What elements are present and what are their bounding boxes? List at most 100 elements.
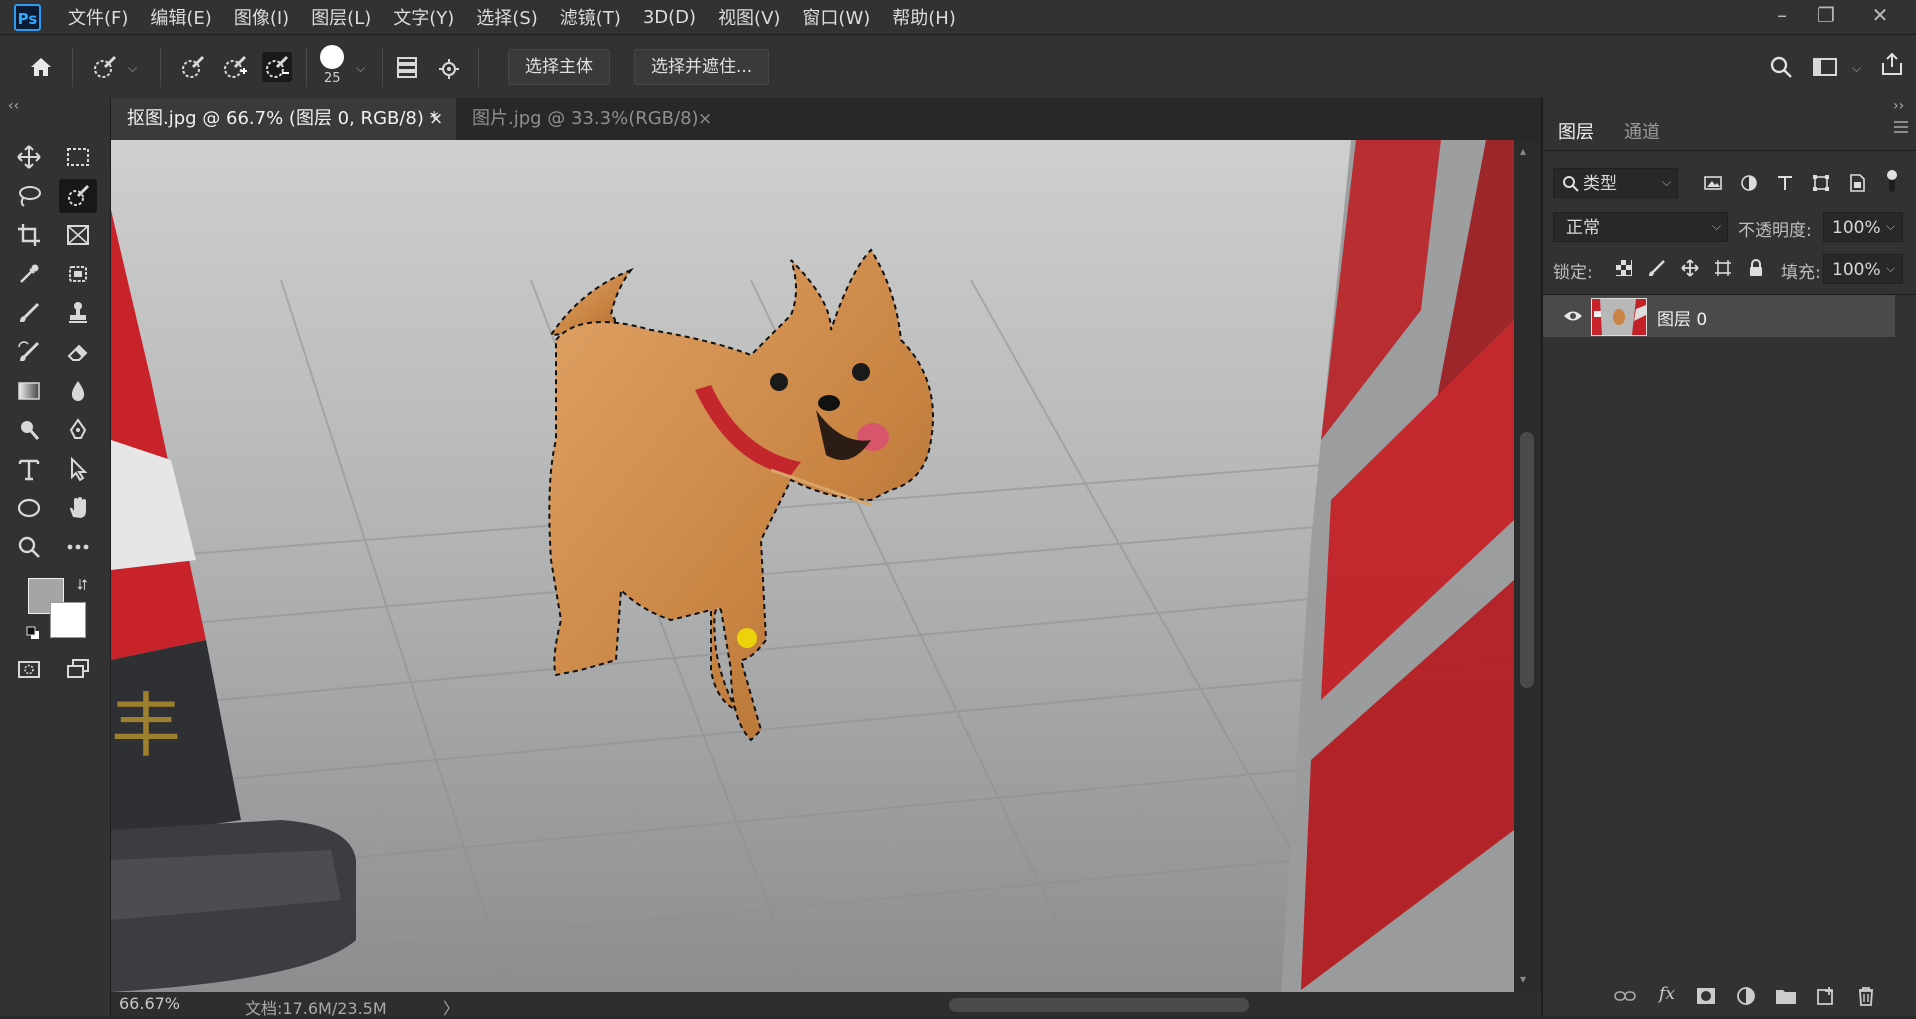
crop-icon[interactable] (10, 218, 48, 252)
background-color-swatch[interactable] (50, 602, 86, 638)
lock-artboard-icon[interactable] (1710, 255, 1736, 281)
workspace-dropdown-icon[interactable]: ⌵ (1852, 61, 1861, 76)
new-selection-icon[interactable] (178, 52, 208, 82)
menu-help[interactable]: 帮助(H) (892, 4, 956, 30)
menu-window[interactable]: 窗口(W) (802, 4, 870, 30)
opacity-input[interactable]: 100% ⌵ (1823, 212, 1903, 242)
dodge-icon[interactable] (10, 413, 48, 447)
layer-name[interactable]: 图层 0 (1657, 305, 1707, 330)
shape-filter-icon[interactable] (1808, 170, 1834, 196)
scroll-down-icon[interactable]: ▾ (1520, 972, 1526, 986)
panel-menu-icon[interactable] (1893, 120, 1909, 134)
screen-mode-icon[interactable] (59, 652, 97, 686)
lasso-icon[interactable] (10, 179, 48, 213)
brush-size-dropdown-icon[interactable]: ⌵ (356, 61, 365, 76)
tool-preset-icon[interactable] (90, 52, 120, 82)
menu-edit[interactable]: 编辑(E) (150, 4, 211, 30)
scroll-up-icon[interactable]: ▴ (1520, 144, 1526, 158)
history-brush-icon[interactable] (10, 335, 48, 369)
restore-button[interactable]: ❐ (1806, 0, 1846, 34)
workspace-icon[interactable] (1810, 52, 1840, 82)
subtract-selection-icon[interactable] (262, 52, 292, 82)
hand-icon[interactable] (59, 491, 97, 525)
share-icon[interactable] (1877, 49, 1907, 79)
fill-input[interactable]: 100% ⌵ (1823, 254, 1903, 284)
menu-select[interactable]: 选择(S) (476, 4, 537, 30)
status-menu-icon[interactable]: 〉 (443, 995, 459, 1019)
path-select-icon[interactable] (59, 452, 97, 486)
ellipse-icon[interactable] (10, 491, 48, 525)
new-group-icon[interactable] (1773, 983, 1799, 1009)
close-window-button[interactable]: ✕ (1860, 0, 1900, 34)
search-icon[interactable] (1766, 52, 1796, 82)
menu-image[interactable]: 图像(I) (234, 4, 289, 30)
tab-koutu[interactable]: 抠图.jpg @ 66.7% (图层 0, RGB/8) * × (111, 98, 456, 140)
stamp-icon[interactable] (59, 296, 97, 330)
brush-icon[interactable] (10, 296, 48, 330)
select-and-mask-button[interactable]: 选择并遮住... (634, 49, 770, 85)
fx-icon[interactable]: fx (1654, 981, 1680, 1007)
link-layers-icon[interactable] (1612, 983, 1638, 1009)
type-icon[interactable] (10, 452, 48, 486)
select-subject-button[interactable]: 选择主体 (508, 49, 610, 85)
collapse-panel-icon[interactable]: ›› (1893, 98, 1904, 114)
menu-type[interactable]: 文字(Y) (393, 4, 454, 30)
blur-icon[interactable] (59, 374, 97, 408)
lock-position-icon[interactable] (1677, 255, 1703, 281)
eraser-icon[interactable] (59, 335, 97, 369)
canvas[interactable]: 丰 (111, 140, 1514, 992)
move-icon[interactable] (10, 140, 48, 174)
vertical-scrollbar[interactable]: ▴ ▾ (1514, 140, 1540, 992)
quick-mask-icon[interactable] (10, 652, 48, 686)
filter-toggle-icon[interactable] (1886, 168, 1898, 194)
type-filter-icon[interactable] (1772, 170, 1798, 196)
gradient-icon[interactable] (10, 374, 48, 408)
horizontal-scroll-thumb[interactable] (949, 998, 1249, 1012)
adjustment-layer-icon[interactable] (1733, 983, 1759, 1009)
delete-layer-icon[interactable] (1853, 983, 1879, 1009)
brush-preview-icon[interactable] (320, 45, 344, 69)
layer-filter-select[interactable]: 类型 ⌵ (1553, 168, 1678, 198)
sample-all-layers-icon[interactable] (392, 52, 422, 82)
home-icon[interactable] (26, 52, 56, 82)
eyedropper-icon[interactable] (10, 257, 48, 291)
add-to-selection-icon[interactable] (220, 52, 250, 82)
add-mask-icon[interactable] (1693, 983, 1719, 1009)
menu-layer[interactable]: 图层(L) (311, 4, 371, 30)
smart-object-filter-icon[interactable] (1844, 170, 1870, 196)
tab-tupian[interactable]: 图片.jpg @ 33.3%(RGB/8) × (456, 98, 826, 140)
horizontal-scrollbar[interactable] (469, 998, 1529, 1012)
tab-layers[interactable]: 图层 (1558, 118, 1594, 144)
frame-icon[interactable] (59, 218, 97, 252)
pen-icon[interactable] (59, 413, 97, 447)
menu-filter[interactable]: 滤镜(T) (560, 4, 621, 30)
tab-channels[interactable]: 通道 (1624, 118, 1660, 144)
new-layer-icon[interactable] (1813, 983, 1839, 1009)
more-icon[interactable] (59, 530, 97, 564)
adjustment-filter-icon[interactable] (1736, 170, 1762, 196)
layer-row[interactable]: 图层 0 (1543, 295, 1895, 337)
enhance-edge-icon[interactable] (434, 52, 464, 82)
patch-icon[interactable] (59, 257, 97, 291)
menu-3d[interactable]: 3D(D) (643, 7, 696, 28)
lock-transparent-icon[interactable] (1611, 255, 1637, 281)
lock-all-icon[interactable] (1743, 255, 1769, 281)
lock-pixels-icon[interactable] (1644, 255, 1670, 281)
pixel-layer-filter-icon[interactable] (1700, 170, 1726, 196)
blend-mode-select[interactable]: 正常 ⌵ (1553, 212, 1728, 242)
close-icon[interactable]: × (698, 98, 712, 140)
vertical-scroll-thumb[interactable] (1520, 432, 1534, 688)
collapse-toolbox-icon[interactable]: ‹‹ (8, 98, 19, 114)
marquee-icon[interactable] (59, 140, 97, 174)
chevron-down-icon[interactable]: ⌵ (128, 61, 137, 76)
quick-select-icon[interactable] (59, 179, 97, 213)
menu-file[interactable]: 文件(F) (68, 4, 128, 30)
eye-icon[interactable] (1563, 308, 1583, 324)
zoom-icon[interactable] (10, 530, 48, 564)
minimize-button[interactable]: – (1762, 0, 1802, 34)
swap-colors-icon[interactable]: ⮃ (76, 576, 88, 594)
close-icon[interactable]: × (429, 98, 443, 140)
default-colors-icon[interactable] (26, 626, 39, 639)
menu-view[interactable]: 视图(V) (718, 4, 780, 30)
zoom-level[interactable]: 66.67% (119, 994, 180, 1013)
